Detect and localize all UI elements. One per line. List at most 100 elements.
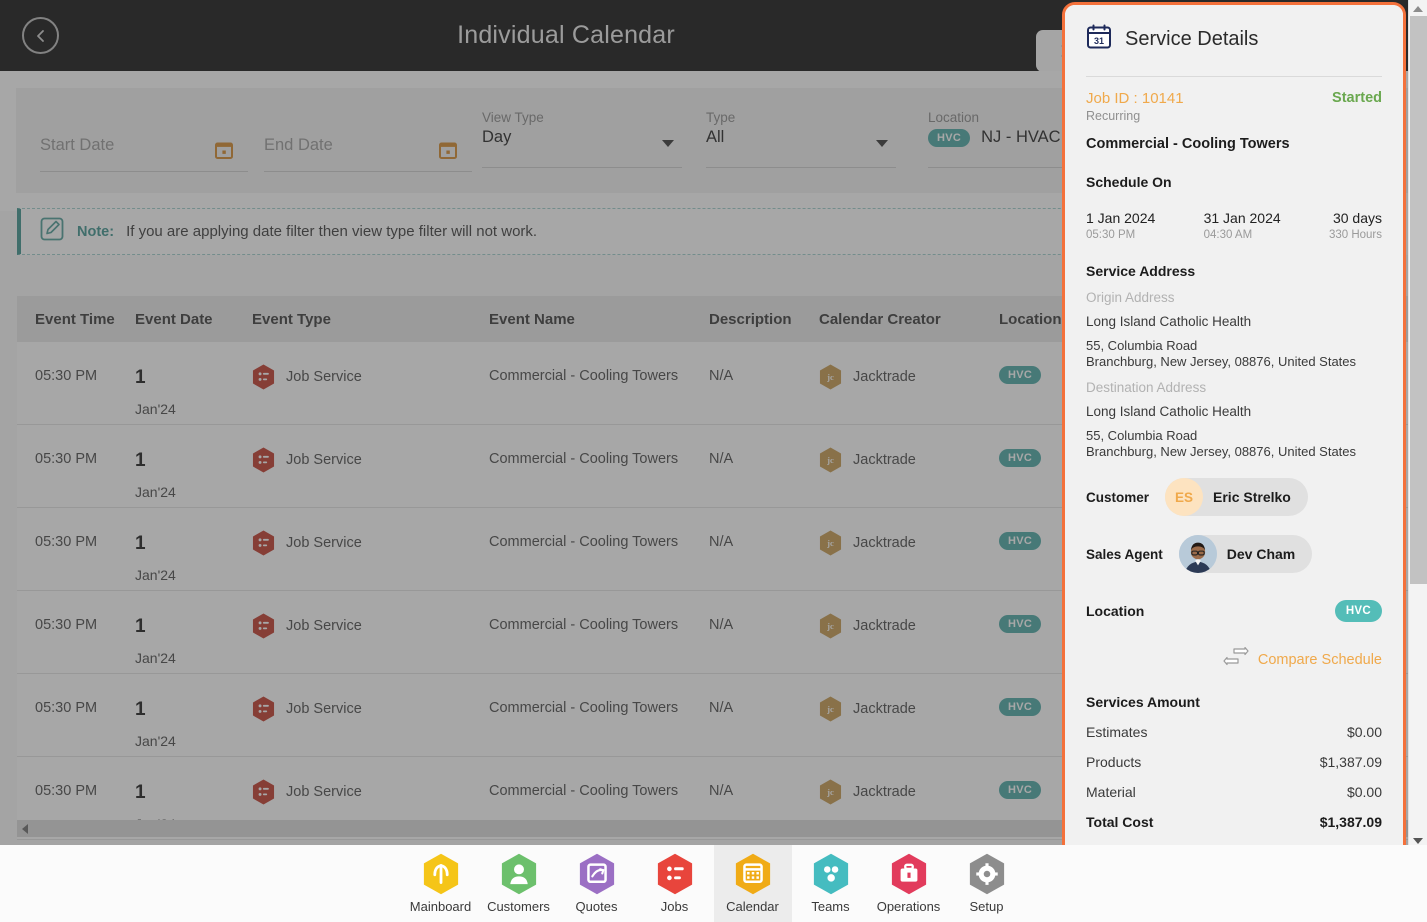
cell-event-type: Job Service	[252, 425, 489, 473]
location-badge: HVC	[999, 532, 1042, 550]
sales-agent-row: Sales Agent Dev Cham	[1086, 535, 1382, 574]
customer-chip[interactable]: ES Eric Strelko	[1165, 478, 1308, 517]
column-header-description[interactable]: Description	[709, 311, 819, 328]
amount-row-estimates: Estimates $0.00	[1086, 724, 1382, 740]
nav-item-label: Teams	[811, 899, 850, 914]
back-button[interactable]	[22, 17, 59, 54]
cell-creator-label: Jacktrade	[853, 618, 916, 634]
cell-event-time: 05:30 PM	[35, 783, 98, 799]
cell-calendar-creator: jc Jacktrade	[819, 342, 999, 390]
nav-item-customers[interactable]: Customers	[480, 845, 558, 922]
cell-event-time: 05:30 PM	[35, 368, 98, 384]
type-select[interactable]: Type All	[706, 110, 896, 168]
column-header-event-type[interactable]: Event Type	[252, 311, 489, 328]
svg-text:31: 31	[1094, 36, 1104, 46]
cell-event-time: 05:30 PM	[35, 534, 98, 550]
view-type-select[interactable]: View Type Day	[482, 110, 682, 168]
amount-label: Material	[1086, 784, 1136, 801]
location-value: NJ - HVAC	[981, 128, 1061, 146]
duration-hours: 330 Hours	[1328, 229, 1382, 241]
cell-event-date: 1Jan'24	[135, 616, 176, 666]
cell-event-type: Job Service	[252, 508, 489, 556]
nav-item-operations[interactable]: Operations	[870, 845, 948, 922]
nav-item-quotes[interactable]: Quotes	[558, 845, 636, 922]
jacktrade-hex-icon: jc	[819, 364, 842, 390]
compare-arrows-icon	[1223, 647, 1249, 672]
quotes-hex-icon	[578, 853, 616, 895]
cell-event-name: Commercial - Cooling Towers	[489, 368, 679, 384]
location-badge: HVC	[999, 698, 1042, 716]
view-type-value: Day	[482, 128, 512, 146]
start-date-field[interactable]: Start Date	[40, 118, 248, 172]
nav-item-label: Setup	[969, 899, 1004, 914]
cell-event-type-label: Job Service	[286, 535, 362, 551]
job-id[interactable]: Job ID : 10141	[1086, 90, 1184, 107]
nav-item-label: Customers	[487, 899, 550, 914]
services-amount-heading: Services Amount	[1086, 694, 1200, 711]
setup-hex-icon	[968, 853, 1006, 895]
svg-text:jc: jc	[826, 455, 834, 465]
nav-item-mainboard[interactable]: Mainboard	[402, 845, 480, 922]
chevron-down-icon[interactable]	[662, 140, 674, 147]
amount-value: $1,387.09	[1319, 754, 1382, 771]
customer-avatar: ES	[1165, 478, 1204, 517]
nav-item-setup[interactable]: Setup	[948, 845, 1026, 922]
column-header-calendar-creator[interactable]: Calendar Creator	[819, 311, 999, 328]
jacktrade-hex-icon: jc	[819, 530, 842, 556]
scroll-left-arrow-icon[interactable]	[22, 823, 28, 834]
cell-event-type-label: Job Service	[286, 784, 362, 800]
sales-agent-chip[interactable]: Dev Cham	[1178, 535, 1313, 574]
cell-event-type-label: Job Service	[286, 452, 362, 468]
cell-event-time: 05:30 PM	[35, 617, 98, 633]
bottom-navigation: Mainboard Customers Quotes Jobs Calendar Team…	[0, 845, 1427, 922]
destination-address-line2: Branchburg, New Jersey, 08876, United St…	[1086, 443, 1357, 459]
cell-description: N/A	[709, 451, 734, 467]
cell-description: N/A	[709, 617, 734, 633]
calendar-icon[interactable]	[438, 140, 458, 165]
svg-text:jc: jc	[826, 372, 834, 382]
calendar-hex-icon	[734, 853, 772, 895]
vertical-scrollbar[interactable]	[1408, 0, 1427, 850]
cell-event-type: Job Service	[252, 342, 489, 390]
cell-creator-label: Jacktrade	[853, 535, 916, 551]
column-header-event-name[interactable]: Event Name	[489, 311, 709, 328]
cell-event-type: Job Service	[252, 591, 489, 639]
svg-text:jc: jc	[826, 621, 834, 631]
nav-item-calendar[interactable]: Calendar	[713, 845, 792, 922]
location-badge: HVC	[999, 449, 1042, 467]
scroll-up-arrow-icon[interactable]	[1413, 6, 1423, 12]
location-badge: HVC	[999, 781, 1042, 799]
nav-item-jobs[interactable]: Jobs	[636, 845, 714, 922]
scroll-down-arrow-icon[interactable]	[1413, 838, 1423, 844]
schedule-heading: Schedule On	[1086, 174, 1172, 190]
chevron-down-icon[interactable]	[876, 140, 888, 147]
svg-text:jc: jc	[826, 538, 834, 548]
cell-description: N/A	[709, 534, 734, 550]
column-header-event-date[interactable]: Event Date	[135, 311, 252, 328]
cell-event-date: 1Jan'24	[135, 699, 176, 749]
amount-label: Products	[1086, 754, 1142, 771]
cell-location: HVC	[999, 757, 1042, 799]
sales-agent-name: Dev Cham	[1226, 546, 1296, 563]
total-cost-value: $1,387.09	[1319, 814, 1382, 831]
cell-event-type-label: Job Service	[286, 618, 362, 634]
schedule-start-time: 05:30 PM	[1086, 229, 1136, 241]
scrollbar-thumb[interactable]	[1410, 16, 1427, 584]
calendar-icon[interactable]	[214, 140, 234, 165]
amount-row-products: Products $1,387.09	[1086, 754, 1382, 770]
schedule-start-date: 1 Jan 2024	[1086, 210, 1156, 226]
column-header-event-time[interactable]: Event Time	[17, 311, 135, 328]
cell-event-type: Job Service	[252, 757, 489, 805]
end-date-field[interactable]: End Date	[264, 118, 472, 172]
destination-address-name: Long Island Catholic Health	[1086, 404, 1252, 420]
column-header-location[interactable]: Location	[999, 311, 1062, 328]
cell-event-name: Commercial - Cooling Towers	[489, 783, 679, 799]
destination-address-line1: 55, Columbia Road	[1086, 428, 1198, 444]
header-divider	[1086, 76, 1382, 77]
destination-address-label: Destination Address	[1086, 380, 1207, 396]
schedule-end-date: 31 Jan 2024	[1203, 210, 1281, 226]
nav-item-teams[interactable]: Teams	[792, 845, 870, 922]
customer-name: Eric Strelko	[1213, 489, 1291, 506]
compare-schedule-button[interactable]: Compare Schedule	[1086, 647, 1382, 672]
svg-text:jc: jc	[826, 704, 834, 714]
